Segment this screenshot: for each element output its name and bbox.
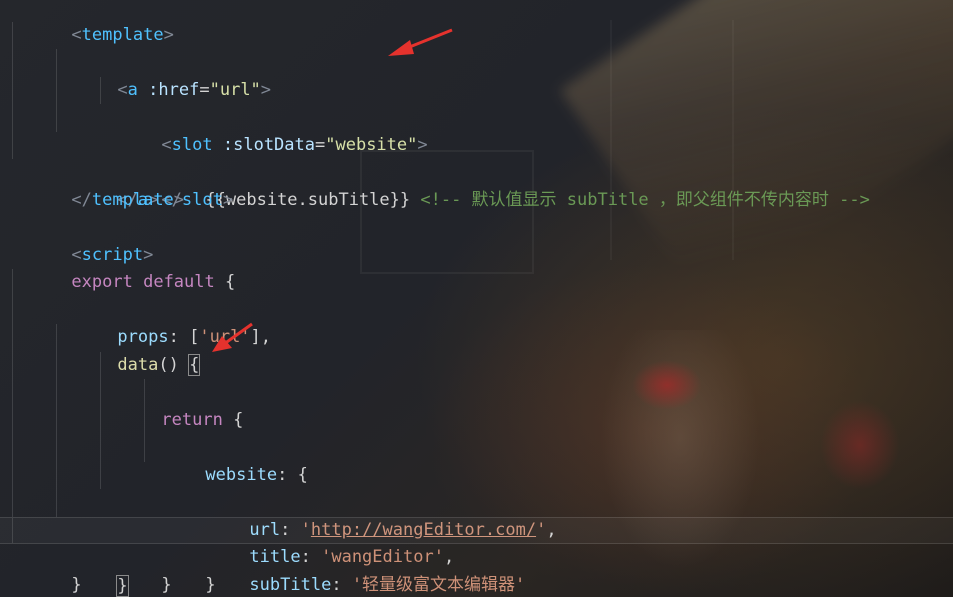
indent-guide: [12, 489, 13, 517]
code-line[interactable]: <script>: [0, 214, 953, 265]
indent-guide: [12, 351, 13, 379]
indent-guide: [12, 76, 13, 104]
indent-guide: [56, 406, 57, 434]
indent-guide: [12, 461, 13, 489]
indent-guide: [100, 434, 101, 462]
indent-guide: [12, 296, 13, 324]
code-line[interactable]: <template>: [0, 0, 953, 45]
code-line[interactable]: return {: [0, 324, 953, 430]
indent-guide: [100, 406, 101, 434]
indent-guide: [12, 104, 13, 132]
indent-guide: [56, 76, 57, 104]
code-line[interactable]: title: 'wangEditor',: [0, 406, 953, 567]
code-line[interactable]: subTitle: '轻量级富文本编辑器': [0, 434, 953, 595]
code-line[interactable]: [0, 187, 953, 215]
indent-guide: [56, 351, 57, 379]
indent-guide: [100, 351, 101, 379]
code-area[interactable]: <template> <a :href="url"> <slot :slotDa…: [0, 0, 953, 597]
indent-guide: [12, 406, 13, 434]
indent-guide: [144, 434, 145, 462]
code-line[interactable]: <slot :slotData="website">: [0, 49, 953, 155]
indent-guide: [56, 489, 57, 517]
red-arrow-icon: [212, 322, 253, 352]
indent-guide: [56, 324, 57, 352]
code-line[interactable]: </a>: [0, 131, 953, 210]
indent-guide: [100, 461, 101, 489]
indent-guide: [12, 379, 13, 407]
code-line[interactable]: website: {: [0, 351, 953, 485]
code-line[interactable]: </script>: [0, 572, 953, 597]
code-line[interactable]: </slot>: [0, 104, 953, 210]
code-line[interactable]: {{website.subTitle}} <!-- 默认值显示 subTitle…: [0, 76, 953, 210]
indent-guide: [144, 379, 145, 407]
indent-guide: [12, 434, 13, 462]
indent-guide: [12, 324, 13, 352]
indent-guide: [12, 517, 13, 543]
code-line[interactable]: data() {: [0, 296, 953, 376]
indent-guide: [56, 49, 57, 77]
code-line[interactable]: </template>: [0, 159, 953, 210]
code-line[interactable]: }: [0, 544, 953, 595]
code-line[interactable]: <a :href="url">: [0, 21, 953, 100]
code-line[interactable]: url: 'http://wangEditor.com/',: [0, 379, 953, 540]
code-line[interactable]: props: ['url'],: [0, 269, 953, 347]
indent-guide: [144, 406, 145, 434]
code-editor[interactable]: <template> <a :href="url"> <slot :slotDa…: [0, 0, 953, 597]
indent-guide: [100, 379, 101, 407]
code-line[interactable]: }: [0, 489, 953, 595]
indent-guide: [56, 379, 57, 407]
current-code-line[interactable]: }: [0, 516, 953, 597]
indent-guide: [12, 131, 13, 159]
indent-guide: [12, 49, 13, 77]
red-arrow-icon: [388, 28, 453, 56]
indent-guide: [100, 76, 101, 104]
indent-guide: [12, 21, 13, 49]
indent-guide: [56, 461, 57, 489]
indent-guide: [12, 269, 13, 297]
code-line[interactable]: export default {: [0, 242, 953, 292]
indent-guide: [56, 434, 57, 462]
code-line[interactable]: }: [0, 461, 953, 595]
indent-guide: [56, 104, 57, 132]
